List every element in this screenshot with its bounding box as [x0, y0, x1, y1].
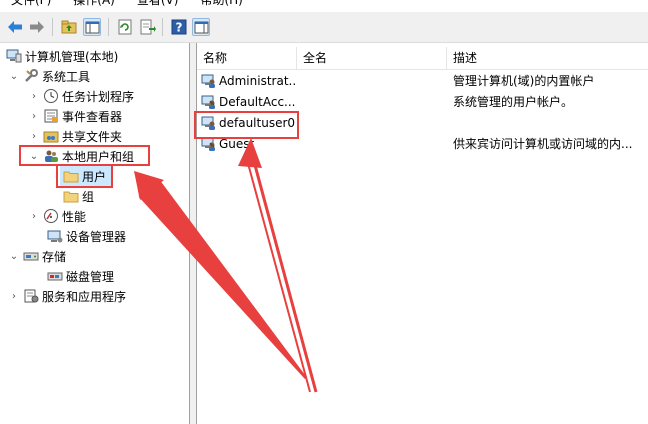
performance-icon: [43, 208, 59, 224]
user-name: Administrat...: [219, 74, 297, 88]
chevron-right-icon[interactable]: ›: [8, 290, 20, 302]
menu-bar: 文件(F) 操作(A) 查看(V) 帮助(H): [0, 0, 648, 10]
column-header-name[interactable]: 名称: [197, 47, 297, 69]
menu-action[interactable]: 操作(A): [62, 0, 126, 10]
export-list-icon[interactable]: [138, 18, 156, 36]
table-row[interactable]: Administrat... 管理计算机(域)的内置帐户: [197, 71, 648, 91]
tree-label: 任务计划程序: [62, 89, 135, 104]
menu-help[interactable]: 帮助(H): [189, 0, 253, 10]
user-account-icon: [201, 94, 217, 110]
chevron-down-icon[interactable]: ⌄: [8, 250, 20, 262]
user-description: 供来宾访问计算机或访问域的内...: [453, 137, 633, 151]
chevron-right-icon[interactable]: ›: [28, 110, 40, 122]
pane-splitter[interactable]: [190, 43, 197, 424]
tree-label: 设备管理器: [66, 229, 127, 244]
event-viewer-icon: [43, 108, 59, 124]
tree-label: 本地用户和组: [62, 149, 135, 164]
tree-item-storage[interactable]: ⌄ 存储: [8, 246, 66, 266]
user-name: defaultuser0: [219, 116, 296, 130]
clock-icon: [43, 88, 59, 104]
chevron-right-icon[interactable]: ›: [28, 90, 40, 102]
user-account-icon: [201, 136, 217, 152]
tree-item-task-scheduler[interactable]: › 任务计划程序: [28, 86, 134, 106]
column-header-fullname[interactable]: 全名: [297, 47, 447, 69]
tree-label: 用户: [82, 169, 107, 184]
tree-label: 计算机管理(本地): [25, 49, 119, 64]
up-folder-icon[interactable]: [60, 18, 78, 36]
tree-item-services-apps[interactable]: › 服务和应用程序: [8, 286, 126, 306]
user-name: Guest: [219, 137, 255, 151]
table-row[interactable]: defaultuser0: [197, 113, 648, 133]
tree-label: 系统工具: [42, 69, 91, 84]
svg-text:?: ?: [176, 21, 183, 35]
tree-label: 性能: [62, 209, 87, 224]
tree-label: 共享文件夹: [62, 129, 123, 144]
table-row[interactable]: Guest 供来宾访问计算机或访问域的内...: [197, 134, 648, 154]
chevron-right-icon[interactable]: ›: [28, 210, 40, 222]
tree-item-system-tools[interactable]: ⌄ 系统工具: [8, 66, 90, 86]
tree-item-device-manager[interactable]: 设备管理器: [44, 226, 126, 246]
tree-label: 组: [82, 189, 95, 204]
toolbar: ?: [0, 12, 648, 43]
storage-icon: [23, 248, 39, 264]
tree-label: 磁盘管理: [66, 269, 115, 284]
tree-item-groups[interactable]: 组: [60, 186, 94, 206]
back-arrow-icon[interactable]: [6, 18, 24, 36]
folder-icon: [63, 168, 79, 184]
tree-item-root[interactable]: 计算机管理(本地): [6, 46, 118, 66]
user-description: 管理计算机(域)的内置帐户: [453, 74, 595, 88]
services-apps-icon: [23, 288, 39, 304]
users-groups-icon: [43, 148, 59, 164]
user-list-pane: 名称 全名 描述 Administrat... 管理计算机(域)的内置帐户 De…: [197, 43, 648, 424]
menu-file[interactable]: 文件(F): [0, 0, 62, 10]
tree-item-disk-management[interactable]: 磁盘管理: [44, 266, 114, 286]
forward-arrow-icon[interactable]: [28, 18, 46, 36]
menu-view[interactable]: 查看(V): [126, 0, 190, 10]
user-account-icon: [201, 115, 217, 131]
user-account-icon: [201, 73, 217, 89]
disk-management-icon: [47, 268, 63, 284]
action-pane-icon[interactable]: [192, 18, 210, 36]
tree-label: 存储: [42, 249, 67, 264]
tree-label: 服务和应用程序: [42, 289, 127, 304]
table-row[interactable]: DefaultAcc... 系统管理的用户帐户。: [197, 92, 648, 112]
computer-management-icon: [6, 48, 22, 64]
column-header-description[interactable]: 描述: [447, 47, 648, 69]
tree-item-shared-folders[interactable]: › 共享文件夹: [28, 126, 122, 146]
chevron-down-icon[interactable]: ⌄: [8, 70, 20, 82]
tree-label: 事件查看器: [62, 109, 123, 124]
help-icon[interactable]: ?: [170, 18, 188, 36]
chevron-right-icon[interactable]: ›: [28, 130, 40, 142]
console-tree: 计算机管理(本地) ⌄ 系统工具 › 任务计划程序 › 事件查看器 › 共享文件…: [0, 43, 190, 424]
tree-item-event-viewer[interactable]: › 事件查看器: [28, 106, 122, 126]
user-name: DefaultAcc...: [219, 95, 296, 109]
shared-folder-icon: [43, 128, 59, 144]
show-hide-tree-icon[interactable]: [83, 18, 101, 36]
tree-item-performance[interactable]: › 性能: [28, 206, 86, 226]
chevron-down-icon[interactable]: ⌄: [28, 150, 40, 162]
folder-icon: [63, 188, 79, 204]
user-description: 系统管理的用户帐户。: [453, 95, 574, 109]
tree-item-users[interactable]: 用户: [60, 166, 112, 186]
system-tools-icon: [23, 68, 39, 84]
refresh-icon[interactable]: [116, 18, 134, 36]
tree-item-local-users-groups[interactable]: ⌄ 本地用户和组: [28, 146, 134, 166]
device-manager-icon: [47, 228, 63, 244]
